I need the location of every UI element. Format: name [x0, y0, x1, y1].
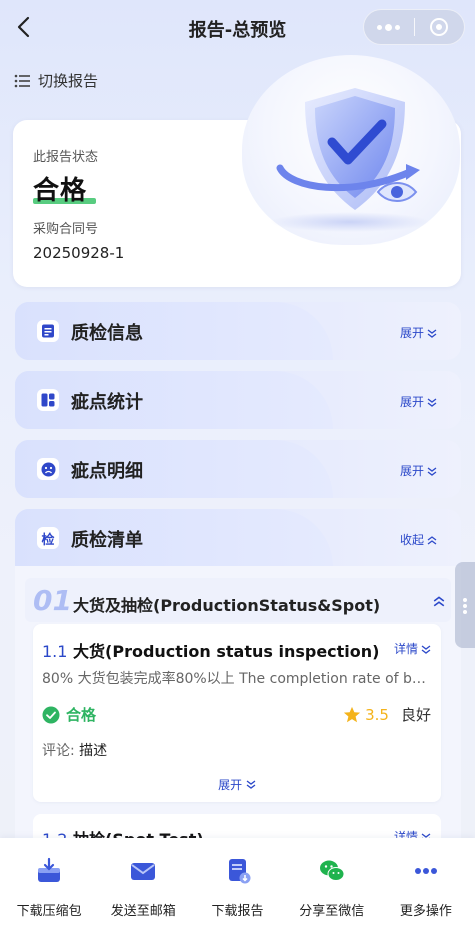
toggle-label: 展开	[399, 395, 424, 409]
detail-label: 详情	[393, 642, 418, 656]
section-title: 疵点统计	[71, 392, 143, 413]
item-detail-button[interactable]: 详情	[394, 640, 431, 657]
side-drag-handle[interactable]	[455, 562, 475, 648]
score-value: 3.5	[365, 705, 389, 724]
comment-label: 评论:	[42, 743, 75, 759]
close-capsule-button[interactable]	[415, 10, 465, 44]
item-score: 3.5 良好	[343, 704, 431, 725]
expand-toggle[interactable]: 展开	[400, 324, 437, 341]
double-chevron-down-icon	[427, 466, 437, 476]
toggle-label: 收起	[399, 533, 424, 547]
download-package-icon	[34, 856, 64, 886]
double-chevron-down-icon	[427, 328, 437, 338]
checklist-item: 1.1 大货(Production status inspection) 详情 …	[33, 624, 441, 802]
section-defect-details[interactable]: 疵点明细 展开	[15, 440, 461, 498]
action-label: 分享至微信	[299, 904, 365, 919]
target-icon	[430, 18, 449, 36]
nav-bar: 报告-总预览	[0, 0, 475, 56]
switch-report-label: 切换报告	[38, 72, 99, 90]
item-index: 1.1	[42, 642, 68, 661]
list-icon	[14, 74, 30, 87]
share-wechat-button[interactable]: 分享至微信	[285, 838, 379, 945]
mini-program-capsule	[363, 9, 465, 45]
wechat-icon	[317, 856, 347, 886]
download-report-button[interactable]: 下载报告	[190, 838, 284, 945]
bottom-action-bar: 下载压缩包 发送至邮箱 下载报告 分享至微信 更多操作	[0, 838, 475, 945]
status-value: 合格	[33, 176, 88, 206]
item-title: 1.1 大货(Production status inspection)	[42, 638, 380, 662]
double-chevron-up-icon	[433, 596, 445, 607]
send-email-button[interactable]: 发送至邮箱	[96, 838, 190, 945]
action-label: 下载压缩包	[16, 904, 82, 919]
toggle-label: 展开	[399, 326, 424, 340]
action-label: 下载报告	[211, 904, 264, 919]
mail-icon	[128, 856, 158, 886]
item-expand-button[interactable]: 展开	[33, 776, 441, 793]
action-label: 发送至邮箱	[110, 904, 176, 919]
sad-face-icon	[37, 458, 59, 480]
double-chevron-up-icon	[427, 535, 437, 545]
collapse-toggle[interactable]: 收起	[400, 531, 437, 548]
double-chevron-down-icon	[427, 397, 437, 407]
contract-number: 20250928-1	[33, 244, 125, 262]
more-dots-icon	[377, 23, 401, 31]
shield-check-icon	[270, 88, 430, 232]
download-package-button[interactable]: 下载压缩包	[2, 838, 96, 945]
result-label: 合格	[66, 706, 97, 724]
section-defect-stats[interactable]: 疵点统计 展开	[15, 371, 461, 429]
item-comment: 评论: 描述	[42, 740, 107, 760]
section-title: 疵点明细	[71, 461, 143, 482]
double-chevron-down-icon	[246, 780, 256, 789]
section-quality-info[interactable]: 质检信息 展开	[15, 302, 461, 360]
switch-report-button[interactable]: 切换报告	[14, 70, 98, 91]
category-title: 大货及抽检(ProductionStatus&Spot)	[73, 596, 381, 615]
contract-caption: 采购合同号	[33, 222, 99, 237]
score-grade: 良好	[400, 706, 431, 724]
toggle-label: 展开	[399, 464, 424, 478]
category-header: 01 大货及抽检(ProductionStatus&Spot)	[25, 578, 451, 622]
expand-label: 展开	[218, 778, 243, 792]
section-title: 质检清单	[71, 530, 143, 551]
item-result: 合格	[42, 704, 96, 725]
check-circle-icon	[42, 706, 60, 723]
expand-toggle[interactable]: 展开	[400, 462, 437, 479]
status-caption: 此报告状态	[33, 150, 99, 165]
action-label: 更多操作	[399, 904, 452, 919]
more-actions-button[interactable]: 更多操作	[379, 838, 473, 945]
download-report-icon	[223, 856, 253, 886]
inspect-badge-icon: 检	[37, 527, 59, 549]
document-icon	[37, 320, 59, 342]
expand-toggle[interactable]: 展开	[400, 393, 437, 410]
category-number: 01	[33, 584, 72, 617]
inspect-badge-text: 检	[41, 532, 55, 548]
item-name: 大货(Production status inspection)	[73, 642, 380, 661]
more-menu-button[interactable]	[364, 10, 414, 44]
more-icon	[411, 856, 441, 886]
star-icon	[344, 706, 361, 722]
section-title: 质检信息	[71, 323, 143, 344]
comment-value: 描述	[79, 743, 108, 759]
checklist-panel: 01 大货及抽检(ProductionStatus&Spot) 1.1 大货(P…	[15, 566, 461, 856]
dashboard-icon	[37, 389, 59, 411]
double-chevron-down-icon	[421, 644, 431, 654]
category-collapse-button[interactable]	[433, 592, 445, 611]
item-description: 80% 大货包装完成率80%以上 The completion rate of …	[42, 671, 434, 687]
section-quality-checklist[interactable]: 检 质检清单 收起	[15, 509, 461, 567]
